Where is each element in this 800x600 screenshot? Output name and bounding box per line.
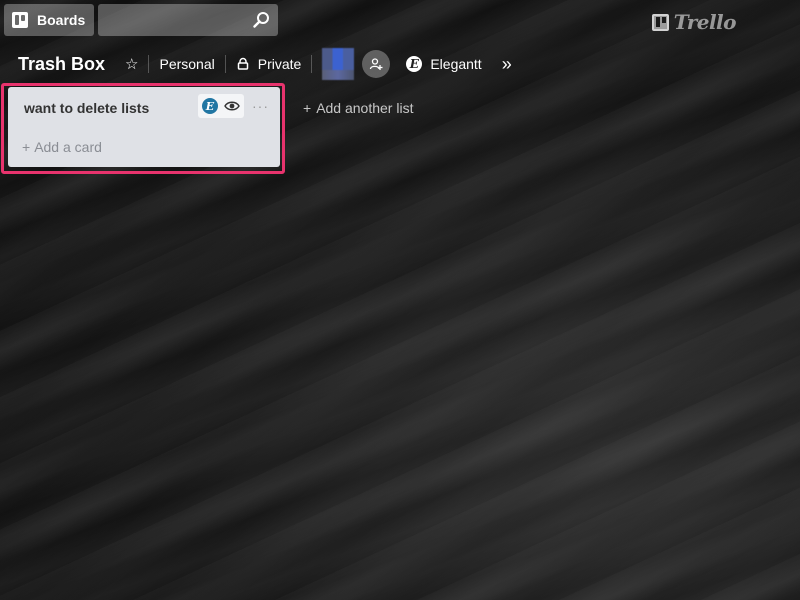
eye-icon[interactable] <box>224 100 240 112</box>
add-member-icon <box>370 58 383 70</box>
plus-icon: + <box>22 139 31 155</box>
elegantt-icon: E <box>406 56 423 72</box>
invite-member-button[interactable] <box>362 50 391 78</box>
star-icon: ☆ <box>125 56 139 73</box>
trello-logo-text: Trello <box>673 10 737 34</box>
show-menu-icon[interactable]: » <box>492 54 522 75</box>
boards-button[interactable]: Boards <box>4 4 94 36</box>
list-menu-button[interactable]: ··· <box>252 98 269 114</box>
add-card-label: Add a card <box>34 139 102 155</box>
plus-icon: + <box>303 100 312 116</box>
boards-label: Boards <box>37 12 86 28</box>
add-card-button[interactable]: + Add a card <box>22 139 102 155</box>
search-box[interactable] <box>98 4 278 36</box>
trello-logo[interactable]: Trello <box>651 10 737 34</box>
star-button[interactable]: ☆ <box>115 48 148 80</box>
search-icon[interactable] <box>252 11 270 29</box>
list-tools: E <box>198 94 244 118</box>
board-header: Trash Box ☆ Personal Private E Elegantt … <box>8 48 522 80</box>
member-avatar[interactable] <box>322 48 355 80</box>
add-list-label: Add another list <box>316 100 414 116</box>
list: want to delete lists E ··· + Add a card <box>8 87 280 167</box>
boards-icon <box>12 12 28 28</box>
team-label: Personal <box>159 56 215 72</box>
visibility-label: Private <box>257 56 302 72</box>
team-button[interactable]: Personal <box>149 48 224 80</box>
elegantt-badge-icon[interactable]: E <box>202 98 218 114</box>
list-title[interactable]: want to delete lists <box>24 100 149 116</box>
add-list-button[interactable]: + Add another list <box>303 100 413 116</box>
board-title[interactable]: Trash Box <box>8 54 115 75</box>
search-input[interactable] <box>98 4 278 36</box>
lock-icon <box>237 57 248 70</box>
visibility-button[interactable]: Private <box>226 48 312 80</box>
top-header: Boards Trello <box>4 4 796 36</box>
elegantt-label: Elegantt <box>430 56 482 72</box>
elegantt-button[interactable]: E Elegantt <box>396 48 491 80</box>
divider <box>311 55 313 73</box>
trello-logo-icon <box>651 13 669 31</box>
